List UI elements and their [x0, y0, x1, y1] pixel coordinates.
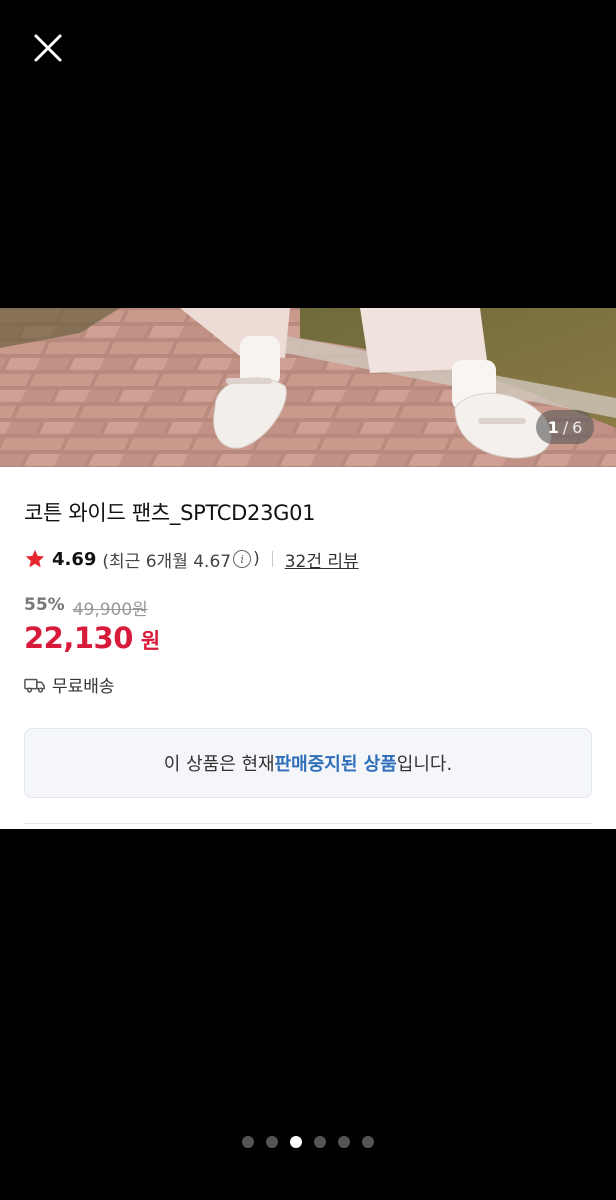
page-indicator [0, 1136, 616, 1148]
sale-stopped-notice: 이 상품은 현재 판매중지된 상품 입니다. [24, 728, 592, 798]
notice-highlight: 판매중지된 상품 [274, 754, 397, 775]
page-dot[interactable] [266, 1136, 278, 1148]
truck-icon [24, 678, 45, 693]
section-divider [24, 823, 592, 824]
discount-row: 55% 49,900원 [24, 595, 148, 620]
close-button[interactable] [28, 28, 68, 68]
product-photo[interactable] [0, 308, 616, 467]
rating-divider [271, 551, 273, 567]
reviews-link[interactable]: 32건 리뷰 [285, 547, 359, 572]
page-dot[interactable] [338, 1136, 350, 1148]
recent-rating: (최근 6개월 4.67 i ) [102, 547, 259, 572]
recent-rating-text: (최근 6개월 4.67 [102, 551, 232, 572]
page-dot[interactable] [290, 1136, 302, 1148]
rating-value: 4.69 [52, 548, 97, 570]
product-image [0, 308, 616, 467]
page-dot[interactable] [242, 1136, 254, 1148]
product-info-card: 코튼 와이드 팬츠_SPTCD23G01 4.69 (최근 6개월 4.67 i… [0, 467, 616, 829]
product-title: 코튼 와이드 팬츠_SPTCD23G01 [24, 501, 316, 525]
counter-current: 1 [547, 417, 559, 437]
page-dot[interactable] [362, 1136, 374, 1148]
discount-rate: 55% [24, 595, 65, 615]
counter-total: 6 [572, 417, 583, 437]
original-price: 49,900원 [72, 600, 148, 620]
recent-rating-close: ) [253, 549, 260, 569]
info-icon[interactable]: i [233, 550, 252, 568]
rating-row: 4.69 (최근 6개월 4.67 i ) 32건 리뷰 [24, 547, 359, 572]
price-row: 22,130 원 [24, 621, 160, 655]
notice-text-before: 이 상품은 현재 [163, 754, 275, 775]
image-counter: 1 / 6 [536, 410, 594, 444]
star-icon [25, 549, 45, 568]
shipping-row: 무료배송 [24, 672, 115, 697]
close-icon [34, 34, 62, 62]
sale-price: 22,130 [24, 621, 133, 655]
notice-text-after: 입니다. [396, 754, 453, 775]
page-dot[interactable] [314, 1136, 326, 1148]
shipping-label: 무료배송 [52, 677, 115, 697]
counter-separator: / [562, 417, 569, 437]
price-unit: 원 [140, 629, 161, 653]
